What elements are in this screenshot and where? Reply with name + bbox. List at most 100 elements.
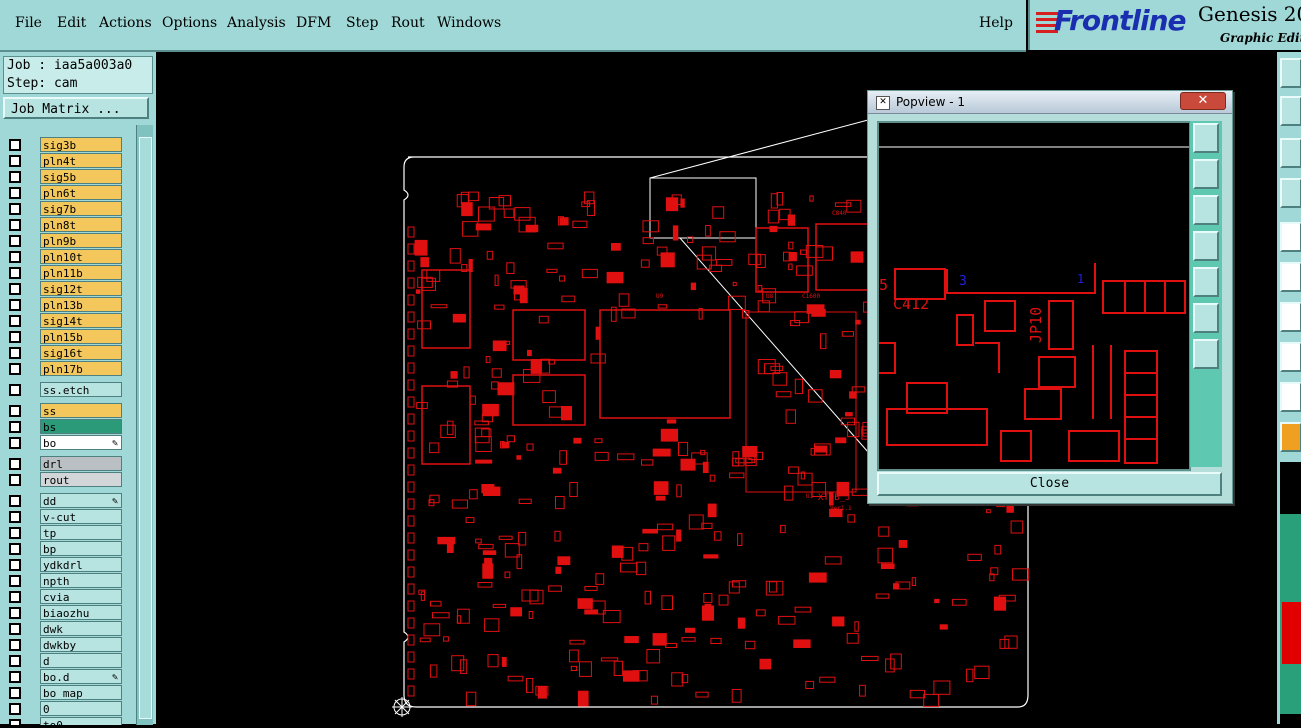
layer-checkbox[interactable] xyxy=(9,171,21,183)
job-matrix-button[interactable]: Job Matrix ... xyxy=(3,97,149,119)
layer-name[interactable]: sig3b xyxy=(40,137,122,152)
layer-checkbox[interactable] xyxy=(9,543,21,555)
pv-right-button[interactable] xyxy=(1193,267,1219,297)
pv-center-button[interactable] xyxy=(1193,339,1219,369)
layer-name[interactable]: bo ✎ xyxy=(40,435,122,450)
layer-checkbox[interactable] xyxy=(9,405,21,417)
pan-tool-button[interactable] xyxy=(1280,96,1301,126)
layer-row[interactable]: dd ✎ xyxy=(4,493,124,508)
close-icon[interactable]: ✕ xyxy=(1180,92,1226,110)
layer-checkbox[interactable] xyxy=(9,299,21,311)
layer-row[interactable]: bo ✎ xyxy=(4,435,124,450)
pv-up-button[interactable] xyxy=(1193,159,1219,189)
layer-name[interactable]: v-cut xyxy=(40,509,122,524)
layer-row[interactable]: drl xyxy=(4,456,124,471)
layer-row[interactable]: ydkdrl xyxy=(4,557,124,572)
layer-checkbox[interactable] xyxy=(9,495,21,507)
layer-row[interactable]: sig14t xyxy=(4,313,124,328)
layer-name[interactable]: ss.etch xyxy=(40,382,122,397)
layer-name[interactable]: dd ✎ xyxy=(40,493,122,508)
menu-analysis[interactable]: Analysis xyxy=(227,15,286,31)
layer-row[interactable]: pln4t xyxy=(4,153,124,168)
layer-checkbox[interactable] xyxy=(9,591,21,603)
menu-step[interactable]: Step xyxy=(346,15,378,31)
layer-checkbox[interactable] xyxy=(9,421,21,433)
layer-checkbox[interactable] xyxy=(9,511,21,523)
layer-row[interactable]: pln11b xyxy=(4,265,124,280)
layer-row[interactable]: bo.d ✎ xyxy=(4,669,124,684)
layer-checkbox[interactable] xyxy=(9,187,21,199)
layer-checkbox[interactable] xyxy=(9,527,21,539)
layer-name[interactable]: pln6t xyxy=(40,185,122,200)
layer-name[interactable]: tp xyxy=(40,525,122,540)
layer-name[interactable]: dwk xyxy=(40,621,122,636)
layer-row[interactable]: sig16t xyxy=(4,345,124,360)
layer-row[interactable]: bp xyxy=(4,541,124,556)
layer-row[interactable]: sig12t xyxy=(4,281,124,296)
layer-checkbox[interactable] xyxy=(9,437,21,449)
layer-row[interactable]: tp xyxy=(4,525,124,540)
menu-file[interactable]: File xyxy=(15,15,42,31)
popview-canvas[interactable]: C412 5 3 1 JP10 xyxy=(877,121,1191,471)
menu-options[interactable]: Options xyxy=(162,15,217,31)
surface-tool-button[interactable] xyxy=(1280,342,1301,372)
menu-help[interactable]: Help xyxy=(979,15,1013,31)
layer-name[interactable]: bp xyxy=(40,541,122,556)
layer-row[interactable]: rout xyxy=(4,472,124,487)
layer-checkbox[interactable] xyxy=(9,719,21,725)
layer-checkbox[interactable] xyxy=(9,235,21,247)
layer-name[interactable]: npth xyxy=(40,573,122,588)
layer-name[interactable]: dwkby xyxy=(40,637,122,652)
layer-checkbox[interactable] xyxy=(9,251,21,263)
layer-checkbox[interactable] xyxy=(9,363,21,375)
layer-checkbox[interactable] xyxy=(9,203,21,215)
menu-edit[interactable]: Edit xyxy=(57,15,86,31)
layer-row[interactable]: sig5b xyxy=(4,169,124,184)
text-tool-button[interactable] xyxy=(1280,382,1301,412)
layer-row[interactable]: 0 xyxy=(4,701,124,716)
layer-checkbox[interactable] xyxy=(9,458,21,470)
layer-checkbox[interactable] xyxy=(9,623,21,635)
layer-checkbox[interactable] xyxy=(9,703,21,715)
layer-checkbox[interactable] xyxy=(9,283,21,295)
layer-name[interactable]: cvia xyxy=(40,589,122,604)
layer-checkbox[interactable] xyxy=(9,655,21,667)
layer-checkbox[interactable] xyxy=(9,139,21,151)
layer-row[interactable]: pln13b xyxy=(4,297,124,312)
layer-checkbox[interactable] xyxy=(9,687,21,699)
pv-zoom-button[interactable] xyxy=(1193,123,1219,153)
layer-row[interactable]: biaozhu xyxy=(4,605,124,620)
layer-checkbox[interactable] xyxy=(9,474,21,486)
layer-checkbox[interactable] xyxy=(9,347,21,359)
layer-name[interactable]: ss xyxy=(40,403,122,418)
layer-row[interactable]: bs xyxy=(4,419,124,434)
layer-row[interactable]: ss xyxy=(4,403,124,418)
layer-name[interactable]: sig7b xyxy=(40,201,122,216)
layer-row[interactable]: npth xyxy=(4,573,124,588)
layer-name[interactable]: pln4t xyxy=(40,153,122,168)
layer-row[interactable]: pln6t xyxy=(4,185,124,200)
layer-name[interactable]: rout xyxy=(40,472,122,487)
line-tool-button[interactable] xyxy=(1280,262,1301,292)
layer-row[interactable]: pln9b xyxy=(4,233,124,248)
layer-row[interactable]: d xyxy=(4,653,124,668)
menu-actions[interactable]: Actions xyxy=(99,15,152,31)
layer-name[interactable]: sig5b xyxy=(40,169,122,184)
layer-row[interactable]: v-cut xyxy=(4,509,124,524)
layer-row[interactable]: pln10t xyxy=(4,249,124,264)
select-tool-button[interactable] xyxy=(1280,422,1301,452)
layer-name[interactable]: drl xyxy=(40,456,122,471)
layer-name[interactable]: bs xyxy=(40,419,122,434)
fit-tool-button[interactable] xyxy=(1280,138,1301,168)
pad-tool-button[interactable] xyxy=(1280,222,1301,252)
color-swatch-red[interactable] xyxy=(1282,602,1301,664)
layer-checkbox[interactable] xyxy=(9,384,21,396)
popview-close-button[interactable]: Close xyxy=(877,472,1222,496)
scroll-thumb[interactable] xyxy=(139,137,152,719)
layer-scrollbar[interactable] xyxy=(136,125,153,725)
popview-titlebar[interactable]: ✕ Popview - 1 ✕ xyxy=(868,91,1232,114)
layer-name[interactable]: sig14t xyxy=(40,313,122,328)
layer-checkbox[interactable] xyxy=(9,155,21,167)
menu-dfm[interactable]: DFM xyxy=(296,15,331,31)
pv-fit-button[interactable] xyxy=(1193,303,1219,333)
